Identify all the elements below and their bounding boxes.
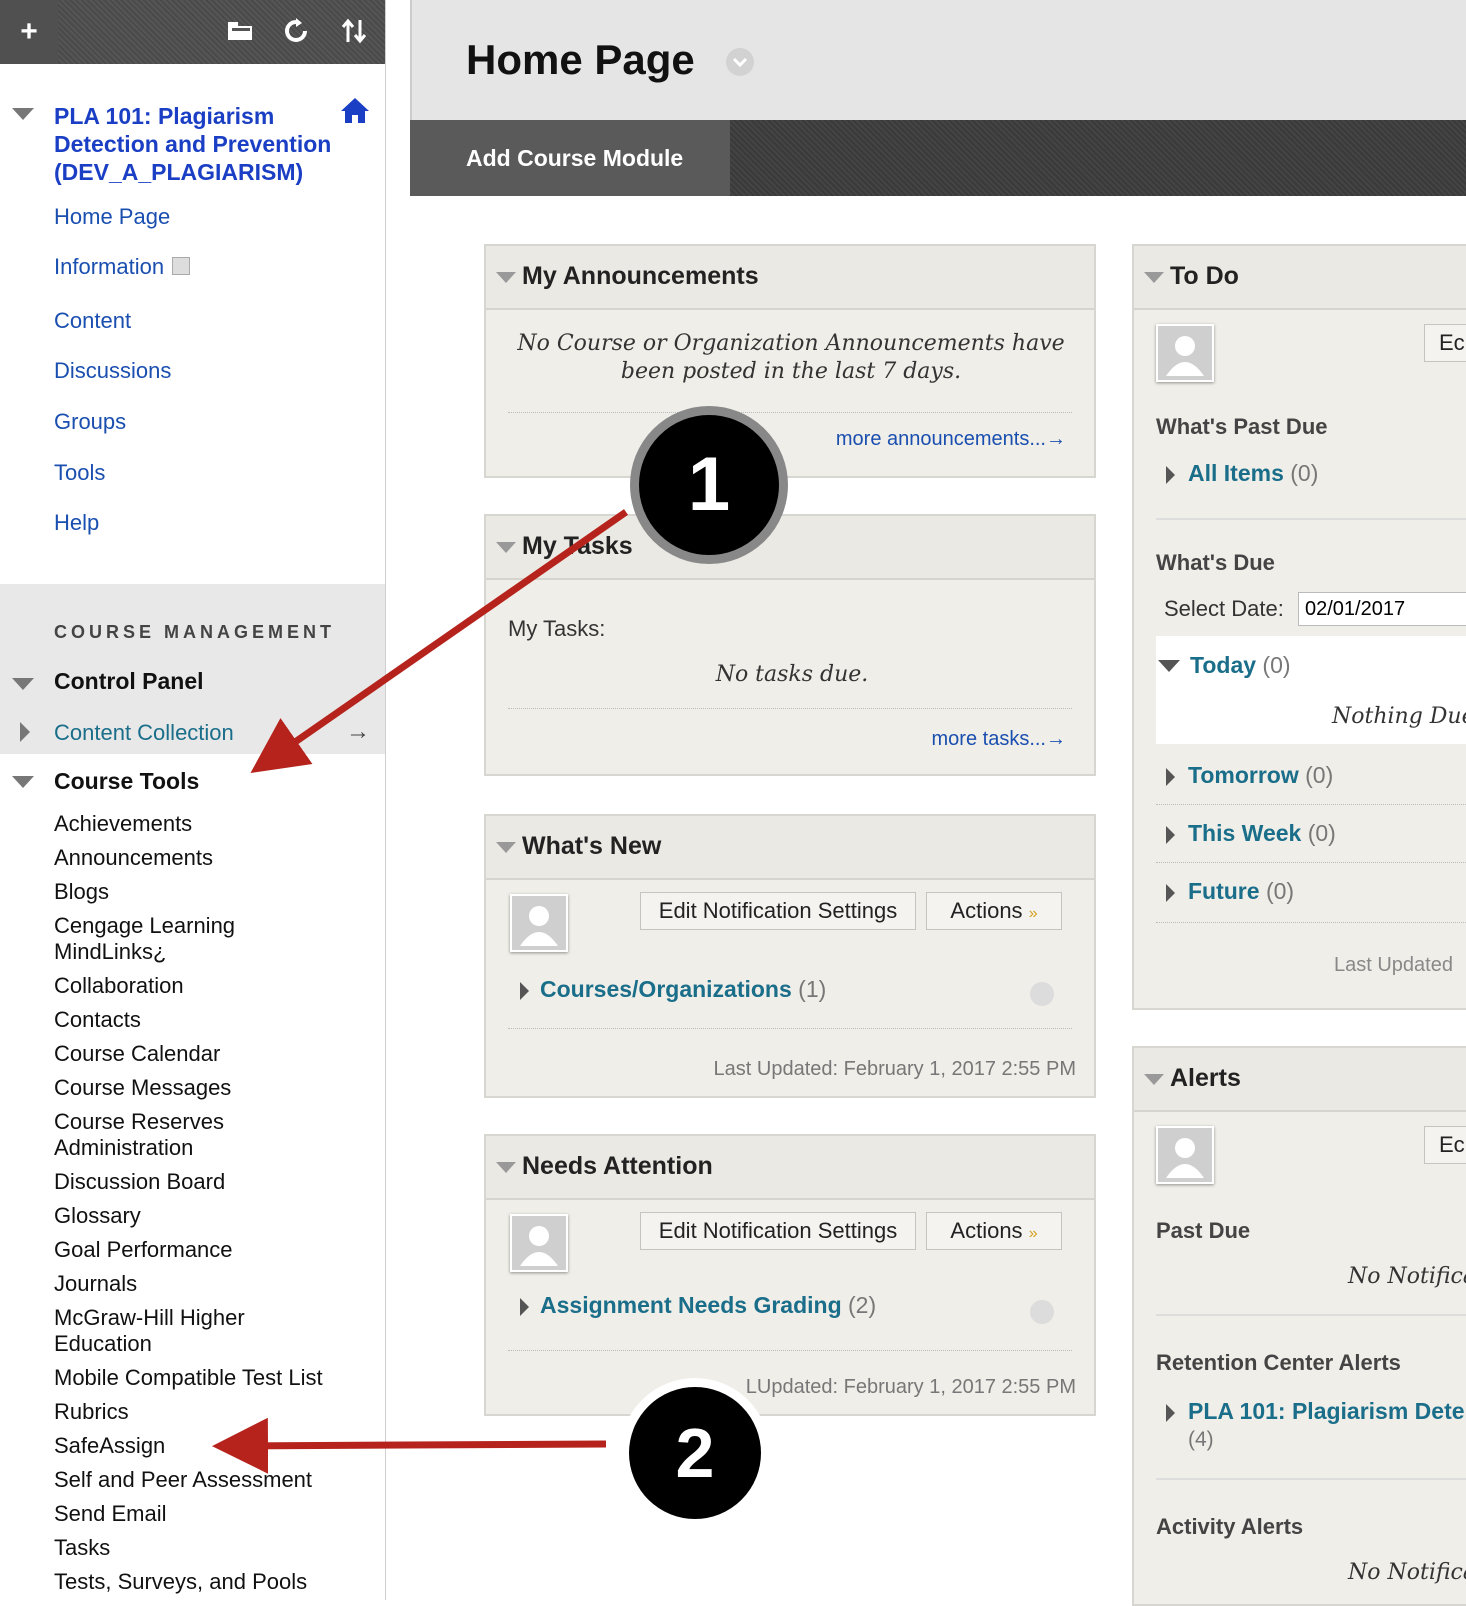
arrow-to-course-tools bbox=[250, 509, 628, 773]
annotation-arrows bbox=[212, 509, 628, 1474]
callout-step-2: 2 bbox=[620, 1378, 770, 1528]
callout-step-1: 1 bbox=[630, 406, 788, 564]
arrow-to-safeassign bbox=[212, 1417, 607, 1474]
